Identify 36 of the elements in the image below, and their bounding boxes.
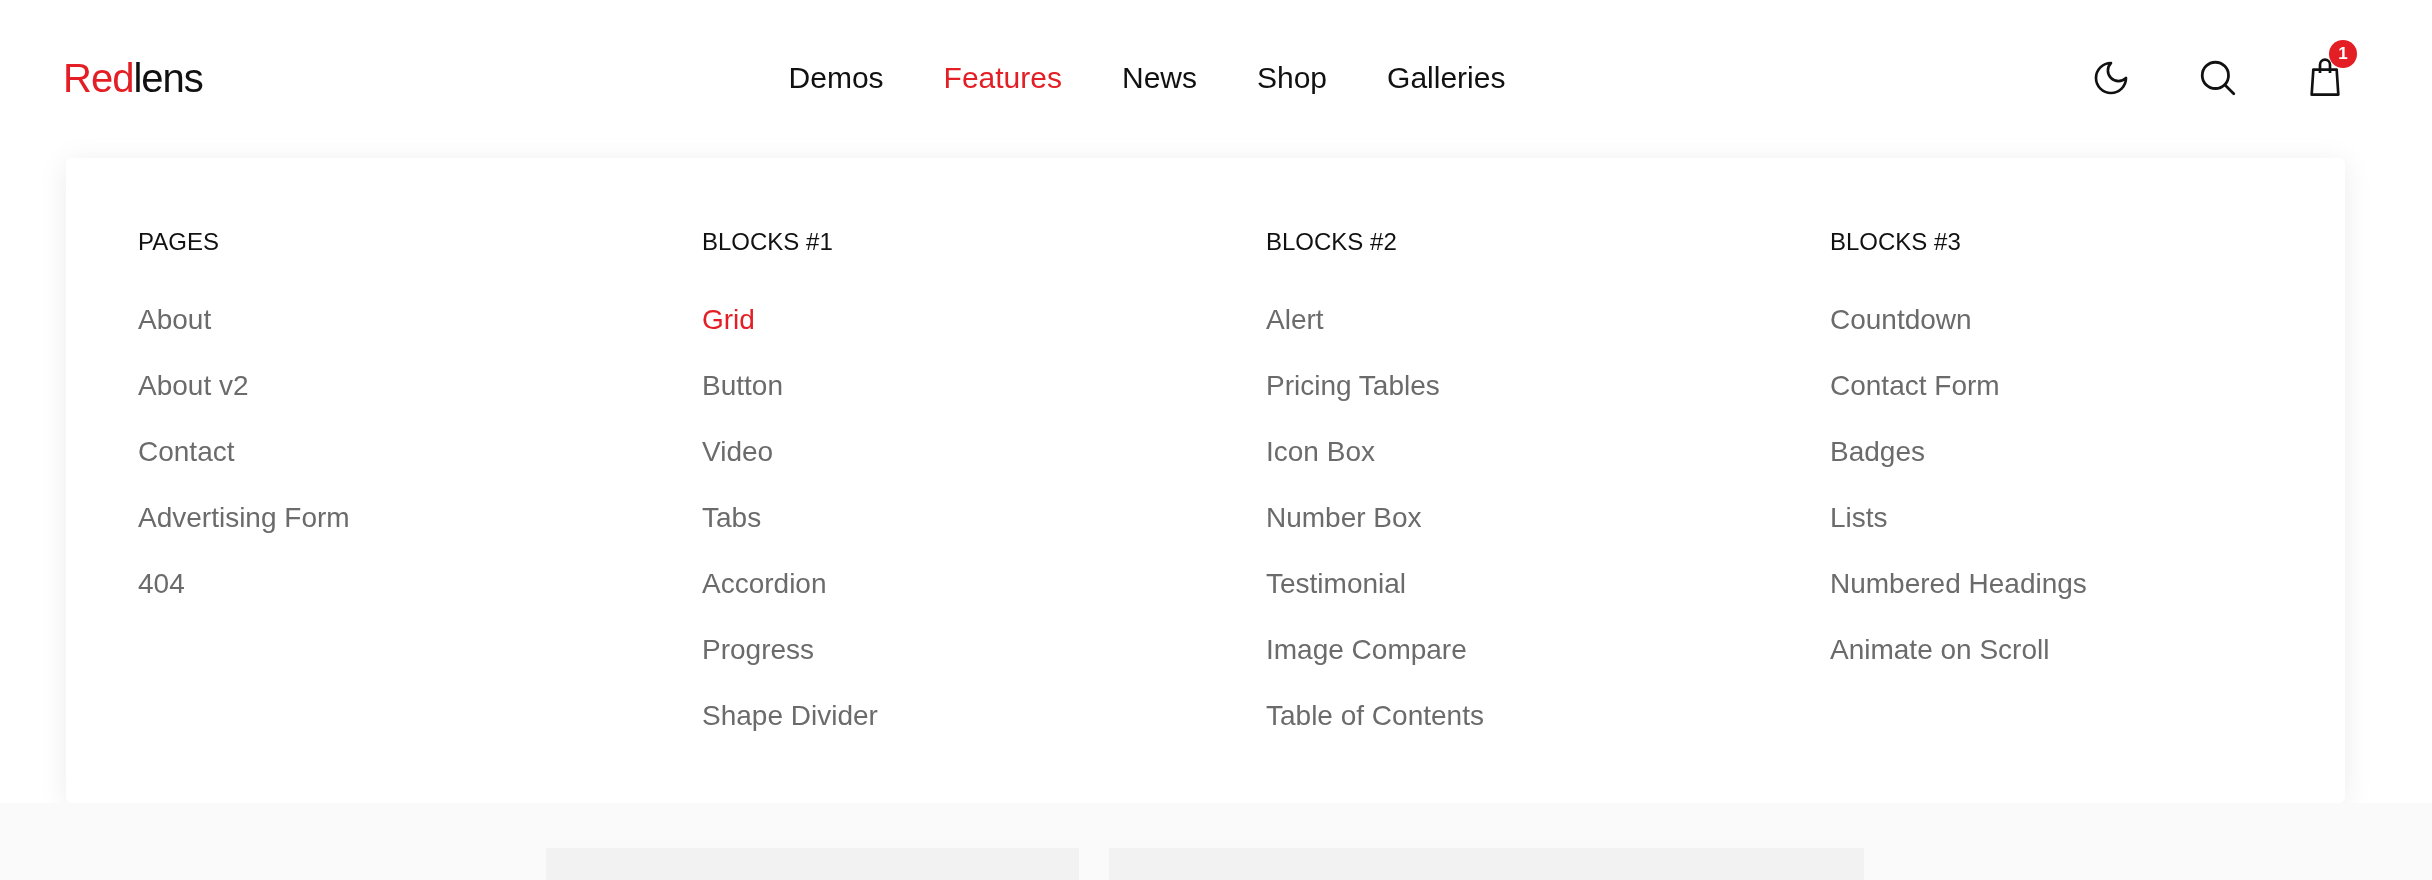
nav-link[interactable]: Galleries (1387, 55, 1506, 100)
menu-link[interactable]: Testimonial (1266, 566, 1407, 632)
menu-link[interactable]: Icon Box (1266, 434, 1375, 500)
menu-link[interactable]: Animate on Scroll (1830, 632, 2050, 698)
column-heading: PAGES (138, 228, 220, 256)
column-heading: BLOCKS #2 (1266, 228, 1398, 256)
menu-link[interactable]: Advertising Form (138, 500, 350, 566)
menu-link[interactable]: Table of Contents (1266, 698, 1484, 764)
menu-link[interactable]: Grid (702, 302, 755, 368)
menu-link[interactable]: Contact (138, 434, 235, 500)
nav-link[interactable]: News (1121, 55, 1197, 100)
menu-link[interactable]: Image Compare (1266, 632, 1467, 698)
menu-link[interactable]: Number Box (1266, 500, 1422, 566)
menu-link[interactable]: Contact Form (1830, 368, 2000, 434)
cart-count-badge: 1 (2329, 39, 2357, 68)
menu-link[interactable]: Tabs (702, 500, 762, 566)
menu-link[interactable]: Button (702, 368, 783, 434)
nav-link[interactable]: Shop (1257, 55, 1328, 100)
column-heading: BLOCKS #1 (702, 228, 834, 256)
menu-link[interactable]: Badges (1830, 434, 1925, 500)
menu-link[interactable]: Progress (702, 632, 815, 698)
menu-link[interactable]: About (138, 302, 212, 368)
menu-link[interactable]: Numbered Headings (1830, 566, 2087, 632)
nav-link[interactable]: Demos (788, 55, 884, 100)
menu-link[interactable]: Pricing Tables (1266, 368, 1440, 434)
nav-link[interactable]: Features (943, 55, 1062, 100)
menu-link[interactable]: Accordion (702, 566, 827, 632)
menu-link[interactable]: Lists (1830, 500, 1888, 566)
menu-link[interactable]: Shape Divider (702, 698, 878, 764)
column-heading: BLOCKS #3 (1830, 228, 1962, 256)
menu-link[interactable]: Countdown (1830, 302, 1972, 368)
menu-link[interactable]: About v2 (138, 368, 249, 434)
logo[interactable]: Redlens (63, 47, 463, 108)
menu-link[interactable]: Video (702, 434, 774, 500)
menu-link[interactable]: Alert (1266, 302, 1324, 368)
menu-link[interactable]: 404 (138, 566, 185, 632)
